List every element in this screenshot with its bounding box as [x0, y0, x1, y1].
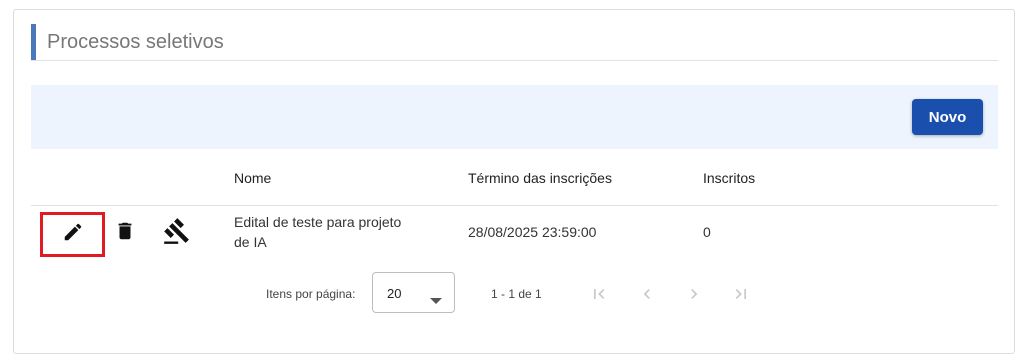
page-size-select[interactable]: 20	[372, 272, 455, 313]
next-page-icon[interactable]	[684, 284, 704, 304]
column-header-name[interactable]: Nome	[234, 170, 271, 186]
page-size-value: 20	[387, 286, 402, 301]
previous-page-icon[interactable]	[637, 284, 657, 304]
cell-enrolled: 0	[703, 224, 711, 240]
page-title: Processos seletivos	[47, 31, 224, 53]
items-per-page-label: Itens por página:	[266, 287, 356, 301]
last-page-icon[interactable]	[731, 284, 751, 304]
edit-highlight-box	[40, 212, 105, 257]
delete-icon[interactable]	[114, 219, 136, 248]
cell-deadline: 28/08/2025 23:59:00	[468, 224, 597, 240]
column-header-deadline[interactable]: Término das inscrições	[468, 170, 612, 186]
column-header-enrolled[interactable]: Inscritos	[703, 170, 755, 186]
cell-name-line1: Edital de teste para projeto	[234, 214, 402, 230]
title-accent-bar	[31, 24, 36, 60]
dropdown-arrow-icon	[430, 291, 442, 309]
first-page-icon[interactable]	[589, 284, 609, 304]
header-divider	[31, 205, 998, 206]
new-button[interactable]: Novo	[912, 99, 983, 135]
section-header: Processos seletivos	[31, 24, 998, 61]
range-label: 1 - 1 de 1	[491, 287, 542, 301]
cell-name-line2: de IA	[234, 234, 267, 250]
table-toolbar: Novo	[31, 85, 998, 149]
cell-name: Edital de teste para projeto de IA	[234, 212, 401, 252]
processes-card: Processos seletivos Novo Nome Término da…	[13, 9, 1015, 354]
gavel-icon[interactable]	[163, 217, 191, 250]
